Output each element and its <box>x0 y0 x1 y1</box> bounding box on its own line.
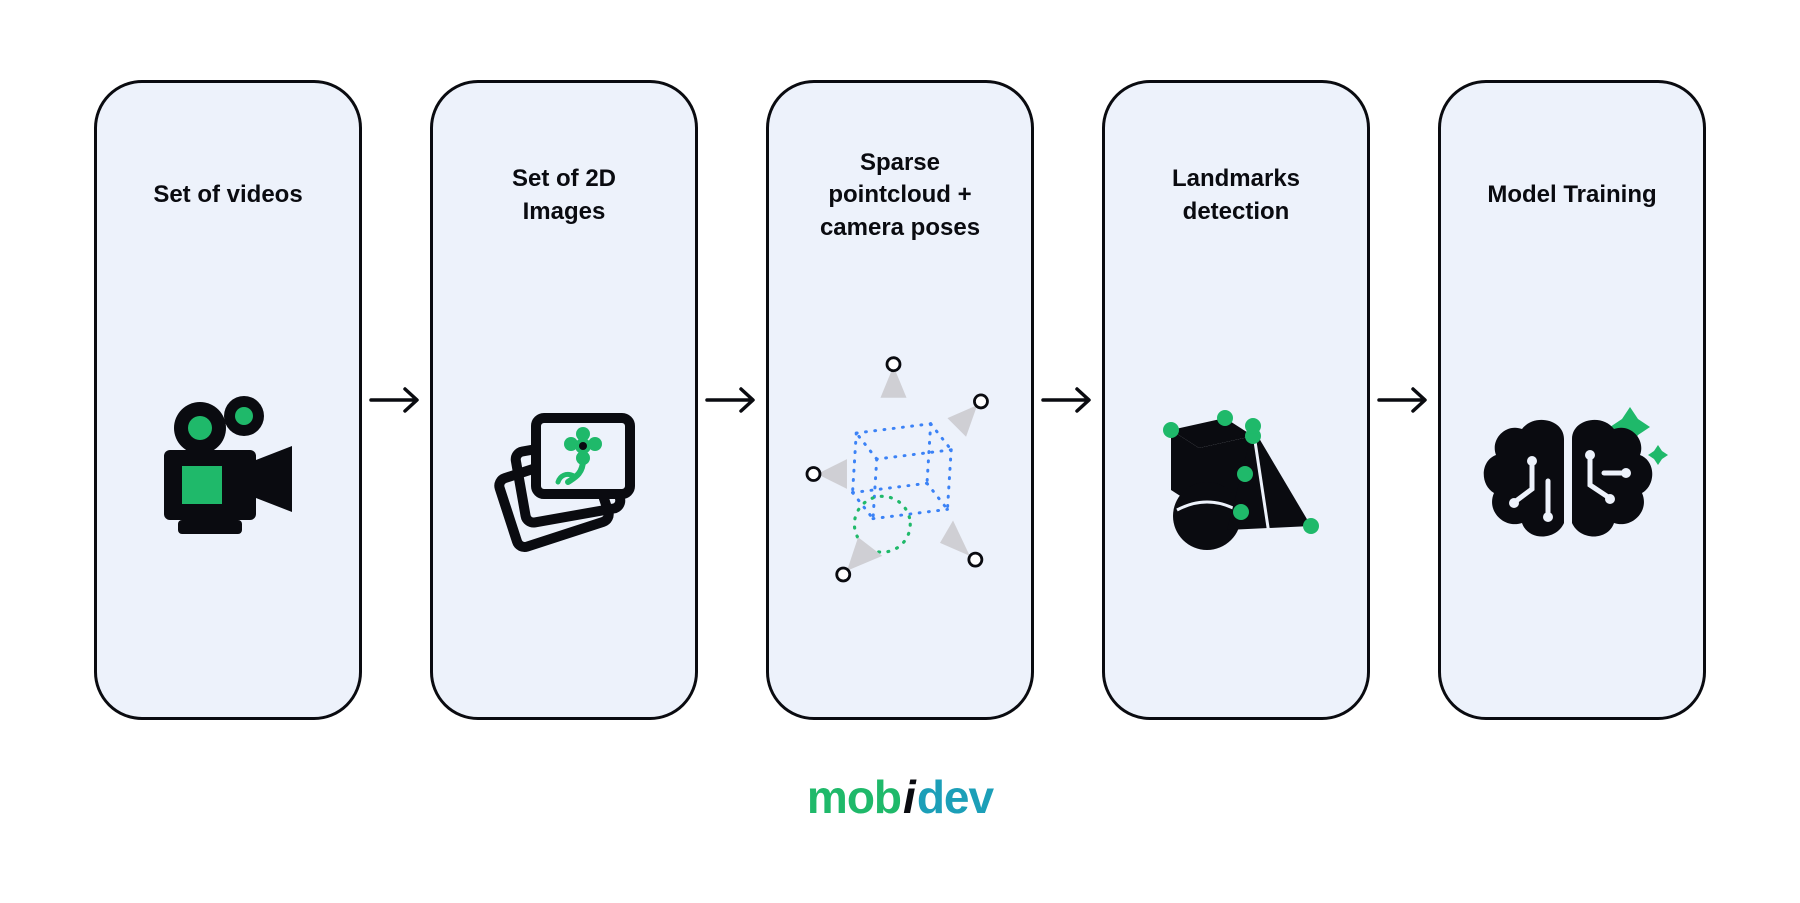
step-videos-label: Set of videos <box>153 131 302 261</box>
pointcloud-cameras-icon <box>793 271 1007 677</box>
brand-part-dev: dev <box>917 770 993 824</box>
shapes-landmarks-icon <box>1129 271 1343 677</box>
step-training: Model Training <box>1438 80 1706 720</box>
arrow-icon <box>1370 385 1438 415</box>
step-videos: Set of videos <box>94 80 362 720</box>
pipeline-flow: Set of videos Set of 2D Images <box>94 80 1706 720</box>
step-images2d-label: Set of 2D Images <box>512 131 616 261</box>
brand-part-mob: mob <box>807 770 901 824</box>
photo-stack-icon <box>457 271 671 677</box>
arrow-icon <box>698 385 766 415</box>
brand-logo: mob i dev <box>807 770 993 824</box>
ai-brain-icon <box>1465 271 1679 677</box>
step-landmarks: Landmarks detection <box>1102 80 1370 720</box>
brand-part-i: i <box>903 770 915 824</box>
step-landmarks-label: Landmarks detection <box>1172 131 1300 261</box>
step-images2d: Set of 2D Images <box>430 80 698 720</box>
arrow-icon <box>1034 385 1102 415</box>
step-pointcloud-label: Sparse pointcloud + camera poses <box>820 131 980 261</box>
step-training-label: Model Training <box>1487 131 1656 261</box>
arrow-icon <box>362 385 430 415</box>
step-pointcloud: Sparse pointcloud + camera poses <box>766 80 1034 720</box>
video-camera-icon <box>121 271 335 677</box>
